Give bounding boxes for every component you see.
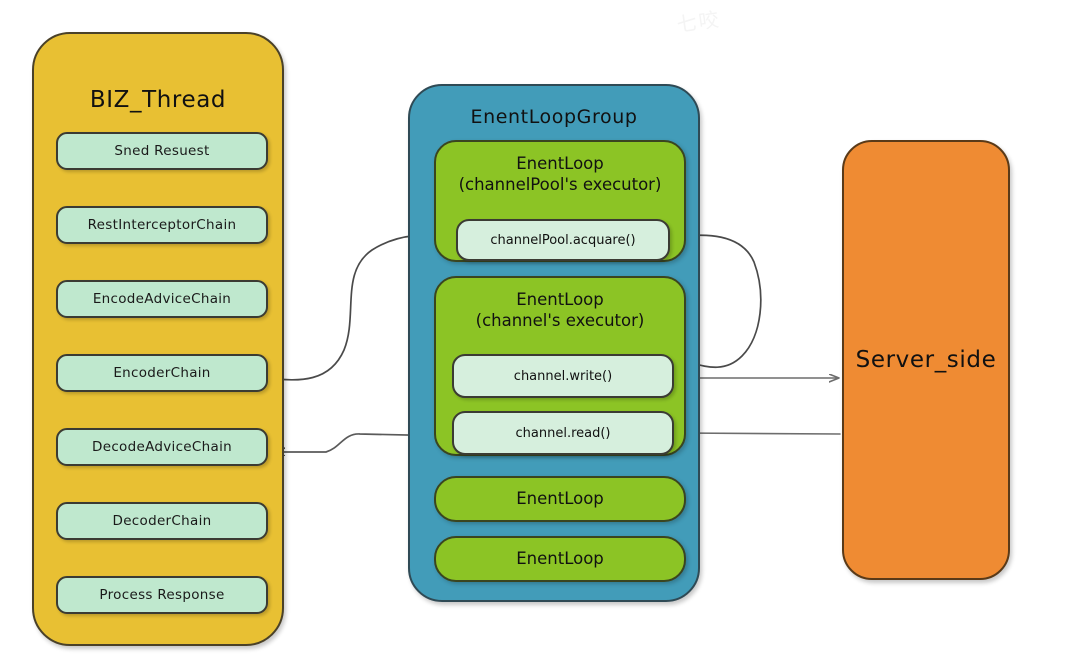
event-loop-channelpool-executor-title: EnentLoop (channelPool's executor) bbox=[458, 154, 662, 194]
step-encode-advice-chain[interactable]: EncodeAdviceChain bbox=[56, 280, 268, 318]
event-loop-4-title: EnentLoop bbox=[516, 548, 604, 568]
server-side-container[interactable]: Server_side bbox=[842, 140, 1010, 580]
event-loop-channel-executor-title: EnentLoop (channel's executor) bbox=[475, 290, 645, 330]
call-channelpool-acquare[interactable]: channelPool.acquare() bbox=[456, 219, 670, 261]
step-send-request[interactable]: Sned Resuest bbox=[56, 132, 268, 170]
step-process-response[interactable]: Process Response bbox=[56, 576, 268, 614]
event-loop-3-title: EnentLoop bbox=[516, 488, 604, 508]
biz-thread-container[interactable]: BIZ_Thread bbox=[32, 32, 284, 646]
step-decode-advice-chain[interactable]: DecodeAdviceChain bbox=[56, 428, 268, 466]
biz-thread-title: BIZ_Thread bbox=[89, 87, 227, 113]
step-decoder-chain[interactable]: DecoderChain bbox=[56, 502, 268, 540]
event-loop-group-title: EnentLoopGroup bbox=[470, 106, 638, 128]
call-channel-read[interactable]: channel.read() bbox=[452, 411, 674, 455]
call-channel-write[interactable]: channel.write() bbox=[452, 354, 674, 398]
event-loop-4[interactable]: EnentLoop bbox=[434, 536, 686, 582]
arrow-server-to-channel-read bbox=[680, 433, 841, 434]
step-encoder-chain[interactable]: EncoderChain bbox=[56, 354, 268, 392]
event-loop-3[interactable]: EnentLoop bbox=[434, 476, 686, 522]
server-side-label: Server_side bbox=[855, 346, 997, 373]
step-rest-interceptor-chain[interactable]: RestInterceptorChain bbox=[56, 206, 268, 244]
